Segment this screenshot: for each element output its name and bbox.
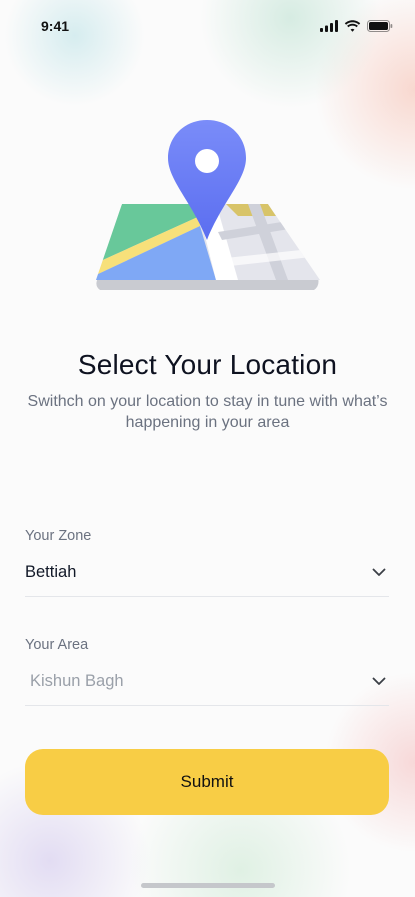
zone-field: Your Zone Bettiah bbox=[25, 528, 389, 597]
area-select[interactable]: Kishun Bagh bbox=[25, 657, 389, 706]
wifi-icon bbox=[344, 20, 361, 32]
status-bar: 9:41 bbox=[0, 0, 415, 54]
page-title: Select Your Location bbox=[77, 348, 338, 380]
status-time: 9:41 bbox=[41, 18, 70, 34]
zone-value: Bettiah bbox=[25, 562, 77, 581]
home-indicator bbox=[141, 883, 275, 888]
zone-label: Your Zone bbox=[25, 528, 92, 544]
battery-icon bbox=[367, 20, 393, 32]
signal-icon bbox=[320, 20, 338, 32]
zone-select[interactable]: Bettiah bbox=[25, 548, 389, 597]
chevron-down-icon[interactable] bbox=[371, 564, 387, 580]
area-label: Your Area bbox=[25, 637, 89, 653]
page-subtitle: Swithch on your location to stay in tune… bbox=[27, 393, 388, 431]
map-location-pin-icon bbox=[96, 120, 320, 290]
chevron-down-icon[interactable] bbox=[371, 673, 387, 689]
area-placeholder: Kishun Bagh bbox=[30, 671, 124, 690]
status-icons bbox=[320, 20, 393, 32]
area-field: Your Area Kishun Bagh bbox=[25, 637, 389, 706]
submit-button[interactable]: Submit bbox=[25, 749, 389, 815]
